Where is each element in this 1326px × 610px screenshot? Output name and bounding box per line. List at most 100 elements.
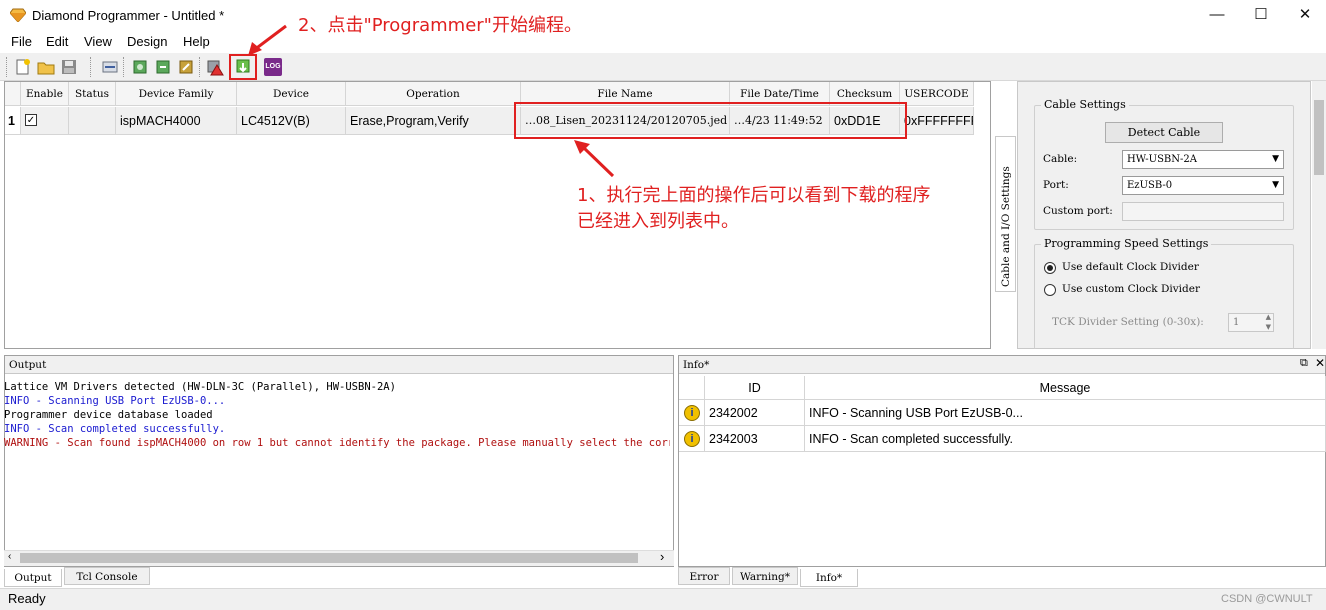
minimize-button[interactable]: — [1194, 0, 1240, 30]
window-title: Diamond Programmer - Untitled * [32, 8, 225, 23]
info-column-header-message[interactable]: Message [805, 376, 1326, 400]
info-row-header-corner [679, 376, 705, 400]
output-line: Programmer device database loaded [4, 409, 213, 421]
log-icon[interactable]: LOG [264, 58, 282, 76]
row-number[interactable]: 1 [5, 107, 21, 135]
save-icon[interactable] [60, 58, 78, 76]
info-panel-title: Info* [679, 356, 1325, 374]
device-warning-icon[interactable] [206, 58, 224, 76]
output-panel-title: Output [5, 356, 673, 374]
annotation-step-1-line-2: 已经进入到列表中。 [577, 211, 739, 232]
speed-settings-title: Programming Speed Settings [1041, 237, 1212, 250]
column-header-enable[interactable]: Enable [21, 82, 69, 106]
menu-file[interactable]: File [11, 34, 32, 49]
custom-divider-label[interactable]: Use custom Clock Divider [1062, 283, 1200, 295]
device-cell[interactable]: LC4512V(B) [237, 107, 346, 135]
default-divider-label[interactable]: Use default Clock Divider [1062, 261, 1199, 273]
device-remove-icon[interactable] [154, 58, 172, 76]
annotation-arrow-icon [248, 24, 287, 56]
watermark: CSDN @CWNULT [1221, 593, 1313, 605]
toolbar-separator [90, 57, 91, 77]
cable-select-value: HW-USBN-2A [1127, 154, 1197, 165]
annotation-arrow-icon [574, 140, 615, 178]
status-bar: Ready CSDN @CWNULT [0, 588, 1326, 610]
enable-cell[interactable]: ✓ [21, 107, 69, 135]
menu-help[interactable]: Help [183, 34, 210, 49]
default-divider-radio[interactable] [1044, 262, 1056, 274]
close-panel-icon[interactable]: ✕ [1315, 356, 1325, 370]
tck-divider-label: TCK Divider Setting (0-30x): [1052, 316, 1204, 328]
title-bar: Diamond Programmer - Untitled * — ☐ ✕ [0, 0, 1326, 31]
enable-checkbox[interactable]: ✓ [25, 114, 37, 126]
radio-selected-dot [1047, 265, 1053, 271]
column-header-device[interactable]: Device [237, 82, 346, 106]
scan-cable-icon[interactable] [101, 58, 119, 76]
cable-io-settings-tab-label: Cable and I/O Settings [1000, 166, 1012, 287]
output-line: INFO - Scanning USB Port EzUSB-0... [4, 395, 226, 407]
open-folder-icon[interactable] [37, 58, 55, 76]
info-id-cell[interactable]: 2342003 [705, 426, 805, 452]
tck-divider-spinner[interactable]: 1 ▲ ▼ [1228, 313, 1274, 332]
tab-error[interactable]: Error [678, 567, 730, 585]
info-icon: i [684, 405, 700, 421]
port-select[interactable]: EzUSB-0 ▼ [1122, 176, 1284, 195]
usercode-cell[interactable]: 0xFFFFFFFF [900, 107, 974, 135]
annotation-step-2: 2、点击"Programmer"开始编程。 [298, 15, 582, 36]
info-icon-cell: i [679, 400, 705, 426]
device-family-cell[interactable]: ispMACH4000 [116, 107, 237, 135]
speed-settings-group [1034, 244, 1294, 349]
device-add-icon[interactable] [131, 58, 149, 76]
diamond-app-icon [9, 8, 27, 23]
chevron-down-icon: ▼ [1272, 154, 1279, 164]
tab-info[interactable]: Info* [800, 569, 858, 587]
custom-port-label: Custom port: [1043, 205, 1113, 217]
spinner-arrows-icon[interactable]: ▲ ▼ [1266, 312, 1271, 332]
close-button[interactable]: ✕ [1282, 0, 1326, 30]
custom-port-field[interactable] [1122, 202, 1284, 221]
menu-design[interactable]: Design [127, 34, 167, 49]
annotation-step-1-line-1: 1、执行完上面的操作后可以看到下载的程序 [577, 185, 931, 206]
tab-warning[interactable]: Warning* [732, 567, 798, 585]
cable-settings-title: Cable Settings [1041, 98, 1129, 111]
column-header-usercode[interactable]: USERCODE [900, 82, 974, 106]
column-header-device-family[interactable]: Device Family [116, 82, 237, 106]
tab-tcl-console[interactable]: Tcl Console [64, 567, 150, 585]
maximize-button[interactable]: ☐ [1238, 0, 1284, 30]
toolbar: LOG [0, 53, 1326, 81]
info-icon-cell: i [679, 426, 705, 452]
status-text: Ready [8, 591, 46, 606]
cable-select[interactable]: HW-USBN-2A ▼ [1122, 150, 1284, 169]
scroll-left-icon[interactable]: ‹ [8, 551, 11, 562]
info-id-cell[interactable]: 2342002 [705, 400, 805, 426]
scroll-right-icon[interactable]: › [660, 549, 664, 564]
settings-scrollbar-thumb[interactable] [1314, 100, 1324, 175]
info-column-header-id[interactable]: ID [705, 376, 805, 400]
output-line: WARNING - Scan found ispMACH4000 on row … [4, 437, 670, 449]
detect-cable-button[interactable]: Detect Cable [1105, 122, 1223, 143]
toolbar-separator [199, 57, 200, 77]
menu-edit[interactable]: Edit [46, 34, 68, 49]
tab-output[interactable]: Output [4, 569, 62, 587]
column-header-status[interactable]: Status [69, 82, 116, 106]
output-line: Lattice VM Drivers detected (HW-DLN-3C (… [4, 381, 396, 393]
chevron-down-icon: ▼ [1272, 180, 1279, 190]
file-row-highlight [514, 102, 907, 139]
port-label: Port: [1043, 179, 1069, 191]
operation-cell[interactable]: Erase,Program,Verify [346, 107, 521, 135]
tck-divider-value: 1 [1233, 317, 1240, 328]
cable-label: Cable: [1043, 153, 1078, 165]
status-cell[interactable] [69, 107, 116, 135]
float-panel-icon[interactable]: ⧉ [1300, 357, 1308, 370]
info-message-cell[interactable]: INFO - Scanning USB Port EzUSB-0... [805, 400, 1326, 426]
device-properties-icon[interactable] [177, 58, 195, 76]
output-scrollbar-thumb[interactable] [20, 553, 638, 563]
port-select-value: EzUSB-0 [1127, 180, 1173, 191]
column-header-operation[interactable]: Operation [346, 82, 521, 106]
menu-bar: File Edit View Design Help [0, 31, 1326, 53]
info-message-cell[interactable]: INFO - Scan completed successfully. [805, 426, 1326, 452]
new-file-icon[interactable] [14, 58, 32, 76]
row-header-corner [5, 82, 21, 106]
menu-view[interactable]: View [84, 34, 112, 49]
toolbar-separator [123, 57, 124, 77]
custom-divider-radio[interactable] [1044, 284, 1056, 296]
